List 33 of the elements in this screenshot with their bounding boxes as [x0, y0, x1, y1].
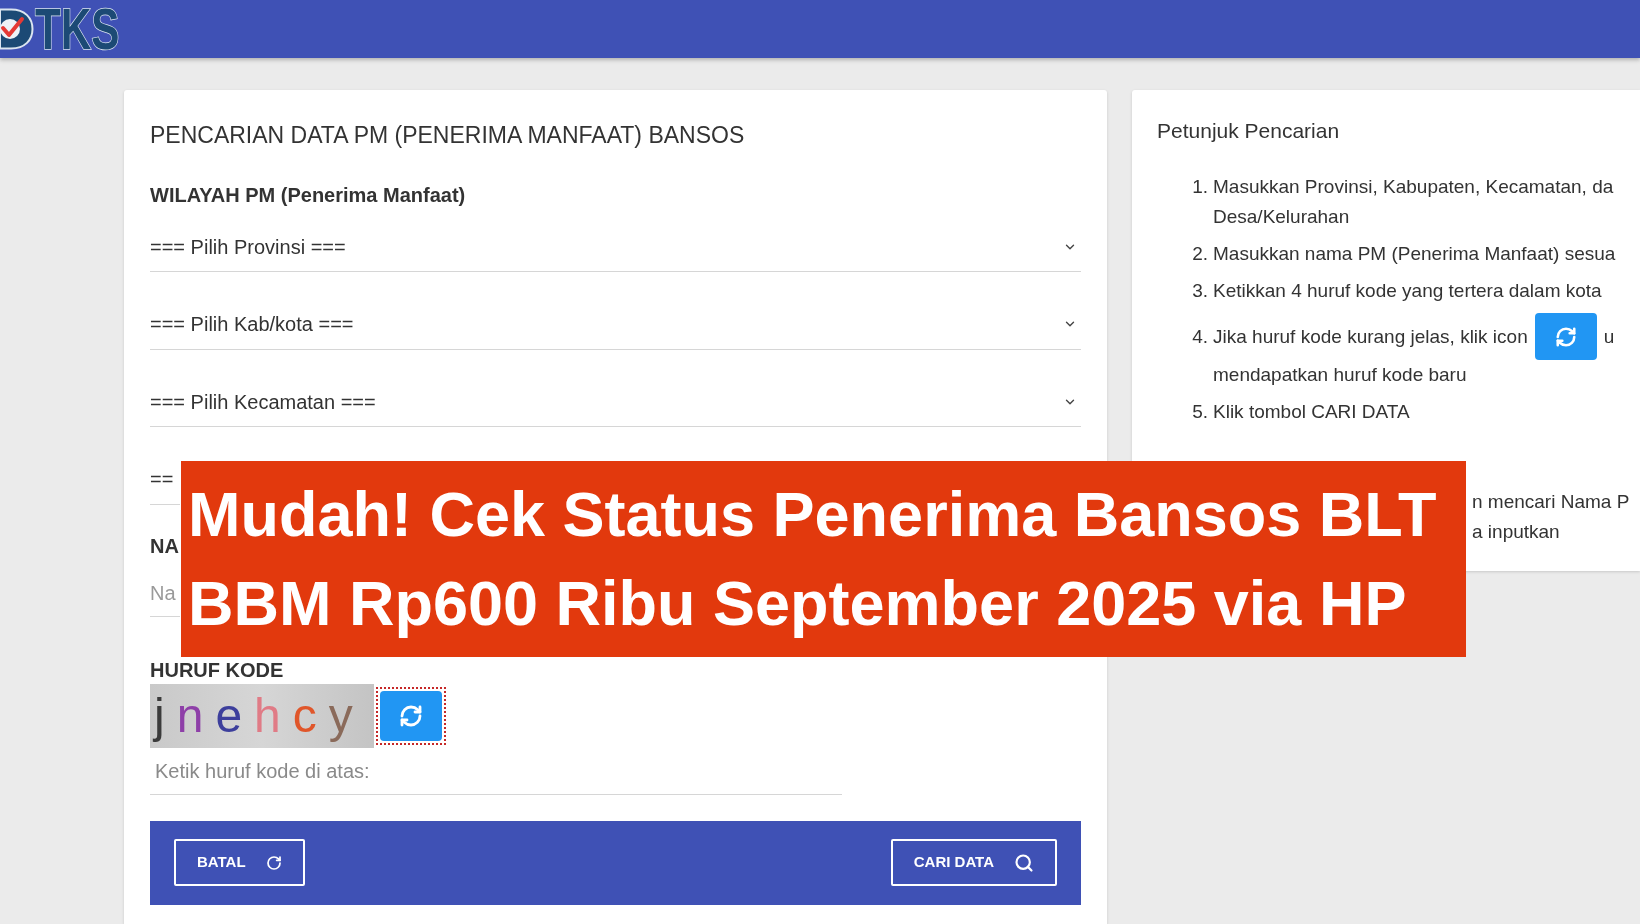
name-label: NA: [150, 533, 179, 558]
step-text: Masukkan nama PM (Penerima Manfaat) sesua: [1213, 242, 1616, 266]
refresh-icon: [1534, 313, 1597, 360]
step-number: 5.: [1191, 400, 1208, 424]
select-field[interactable]: ==: [150, 454, 180, 505]
step-text: Masukkan Provinsi, Kabupaten, Kecamatan, da Desa/Kelurahan: [1213, 175, 1614, 229]
step-text: mendapatkan huruf kode baru: [1213, 363, 1467, 387]
refresh-icon: [399, 703, 423, 728]
step-text: u: [1603, 324, 1615, 349]
select-field[interactable]: === Pilih Kab/kota ===: [150, 299, 1081, 350]
captcha-input[interactable]: Ketik huruf kode di atas:: [150, 749, 842, 795]
headline-banner: Mudah! Cek Status Penerima Bansos BLT BBM Rp600 Ribu September 2025 via HP: [181, 461, 1466, 657]
step-number: 4.: [1191, 325, 1208, 349]
step-number: 1.: [1191, 175, 1208, 199]
region-label: WILAYAH PM (Penerima Manfaat): [150, 183, 466, 207]
step-number: 3.: [1191, 279, 1208, 303]
logo-text: TKS: [35, 0, 120, 58]
search-icon: [1014, 852, 1034, 873]
form-title: PENCARIAN DATA PM (PENERIMA MANFAAT) BANSOS: [150, 121, 745, 149]
cancel-button[interactable]: BATAL: [174, 839, 305, 886]
instructions-title: Petunjuk Pencarian: [1157, 118, 1340, 144]
check-logo-icon: [0, 8, 34, 50]
select-field[interactable]: === Pilih Kecamatan ===: [150, 377, 1081, 427]
step-number: 2.: [1191, 242, 1208, 266]
name-input[interactable]: Na: [150, 570, 180, 617]
select-field[interactable]: === Pilih Provinsi ===: [150, 222, 1081, 272]
step-text: Jika huruf kode kurang jelas, klik icon: [1213, 324, 1528, 349]
rotate-icon: [265, 854, 282, 871]
captcha-label: HURUF KODE: [150, 658, 284, 681]
step-text: Ketikkan 4 huruf kode yang tertera dalam kota: [1213, 279, 1602, 303]
step-text: Klik tombol CARI DATA: [1213, 400, 1410, 424]
instructions-note: n mencari Nama P a inputkan: [1472, 490, 1630, 544]
search-button[interactable]: CARI DATA: [890, 839, 1057, 886]
